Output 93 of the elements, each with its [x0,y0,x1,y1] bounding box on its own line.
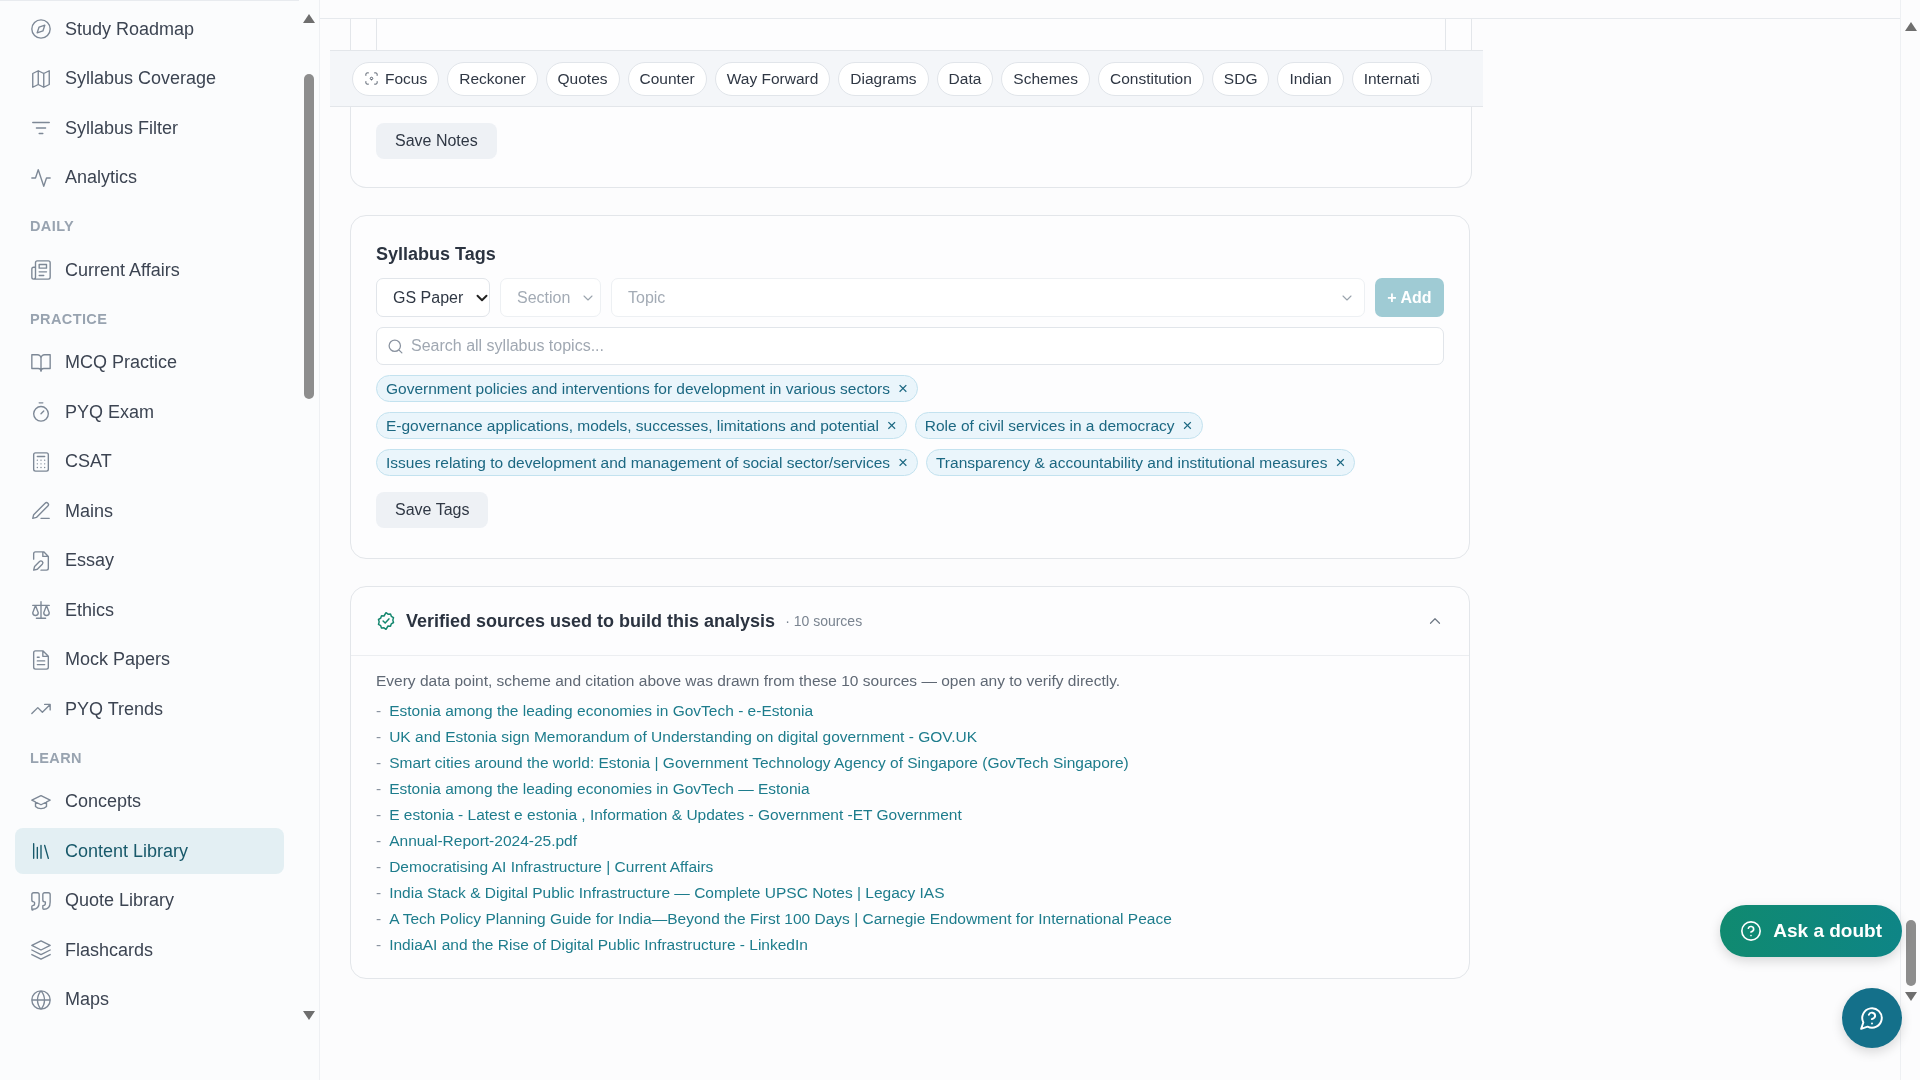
bullet: - [376,857,382,877]
remove-tag-button[interactable]: × [898,378,908,399]
source-link[interactable]: Annual-Report-2024-25.pdf [389,828,578,854]
ask-doubt-button[interactable]: Ask a doubt [1720,905,1902,957]
remove-tag-button[interactable]: × [1182,415,1193,436]
source-link[interactable]: Smart cities around the world: Estonia | Government Technology Agency of Singapore (GovTech Singapore) [389,750,1129,776]
sidebar-item[interactable]: Ethics [15,587,284,633]
sidebar-item[interactable]: MCQ Practice [15,339,284,386]
sidebar-item[interactable]: Flashcards [15,927,284,973]
books-icon [30,840,52,862]
search-field[interactable]: Search all syllabus topics... [376,327,1444,365]
section-heading: DAILY [29,217,76,234]
chat-question-icon [1859,1005,1885,1031]
bullet: - [376,727,382,747]
toolbar-chip[interactable]: Quotes [545,61,620,96]
bullet: - [376,701,382,721]
globe-icon [30,988,52,1011]
sidebar-item[interactable]: Content Library [15,828,284,874]
topic-tag[interactable]: Transparency & accountability and institutional measures × [925,449,1356,476]
toolbar-chip[interactable]: Indian [1277,61,1344,96]
bullet: - [376,935,382,955]
pulse-icon [30,166,52,189]
card-title: Syllabus Tags [376,244,497,265]
toolbar-chip[interactable]: Way Forward [714,61,831,96]
document-pen-icon [30,549,52,572]
remove-tag-button[interactable]: × [1335,452,1346,473]
sidebar-item[interactable]: Current Affairs [15,247,284,293]
verified-badge-icon [376,611,396,631]
topic-tag[interactable]: Issues relating to development and management of social sector/services × [376,449,918,476]
sidebar-item[interactable]: CSAT [15,438,284,485]
topic-tag[interactable]: Government policies and interventions for development in various sectors × [376,375,918,402]
source-link[interactable]: UK and Estonia sign Memorandum of Understanding on digital government - GOV.UK [389,724,978,750]
source-link[interactable]: A Tech Policy Planning Guide for India—Beyond the First 100 Days | Carnegie Endowment for International Peace [389,906,1172,932]
sidebar-item[interactable]: Syllabus Filter [15,105,284,151]
source-link[interactable]: Democratising AI Infrastructure | Current Affairs [389,854,714,880]
pen-icon [30,500,52,522]
bullet: - [376,883,382,903]
toolbar-chip[interactable]: Schemes [1001,61,1090,96]
scale-icon [30,599,52,621]
calculator-icon [30,450,52,473]
document-icon [30,648,52,671]
sources-description: Every data point, scheme and citation above was drawn from these 10 sources — open any to verify directly. [376,672,1122,690]
card-title: Verified sources used to build this analysis [406,610,776,632]
toolbar-chip[interactable]: Focus [352,61,440,96]
source-link[interactable]: IndiaAI and the Rise of Digital Public Infrastructure - LinkedIn [389,932,808,958]
sidebar-item[interactable]: Maps [15,976,284,1023]
source-count: · 10 sources [785,613,863,629]
toolbar-chip[interactable]: Reckoner [447,61,538,96]
focus-icon [364,71,379,86]
toolbar-chip[interactable]: Data [936,61,994,96]
source-link[interactable]: E estonia - Latest e estonia , Information & Updates - Government -ET Government [389,802,962,828]
toolbar-chip[interactable]: Diagrams [838,61,929,96]
bullet: - [376,909,382,929]
sidebar-item[interactable]: Mains [15,488,284,534]
sidebar-item[interactable]: Quote Library [15,877,284,924]
bullet: - [376,779,382,799]
sources-header[interactable]: Verified sources used to build this analysis · 10 sources [351,587,1469,656]
map-icon [30,67,52,90]
toolbar-chip[interactable]: Internati [1351,61,1432,96]
bullet: - [376,753,382,773]
section-heading: PRACTICE [29,309,109,327]
sidebar-item[interactable]: PYQ Exam [15,389,284,435]
quote-icon [30,889,52,912]
source-link[interactable]: Estonia among the leading economies in GovTech - e-Estonia [389,698,814,724]
toolbar-chip[interactable]: SDG [1211,61,1270,96]
dropdown[interactable]: GS Paper [376,278,490,317]
save-tags-button[interactable]: Save Tags [376,492,489,528]
section-heading: LEARN [29,748,83,766]
sidebar-item[interactable]: Essay [15,537,284,584]
sidebar-item[interactable]: Study Roadmap [15,6,284,52]
chat-button[interactable] [1842,988,1902,1048]
bullet: - [376,831,382,851]
sidebar-item[interactable]: Analytics [15,154,284,201]
stopwatch-icon [30,401,52,423]
book-icon [30,351,52,374]
layers-icon [30,939,52,961]
toolbar-chip[interactable]: Constitution [1098,61,1204,96]
compass-icon [30,18,52,40]
bullet: - [376,805,382,825]
topic-tag[interactable]: E-governance applications, models, successes, limitations and potential × [376,412,907,439]
sidebar-item[interactable]: Syllabus Coverage [15,55,284,102]
source-link[interactable]: India Stack & Digital Public Infrastructure — Complete UPSC Notes | Legacy IAS [389,880,945,906]
sidebar-item[interactable]: PYQ Trends [15,686,284,732]
newspaper-icon [30,259,52,281]
search-icon [387,338,404,355]
remove-tag-button[interactable]: × [898,452,908,473]
source-link[interactable]: Estonia among the leading economies in GovTech — Estonia [389,776,810,802]
sidebar-item[interactable]: Concepts [15,778,284,825]
remove-tag-button[interactable]: × [886,415,897,436]
save-notes-button[interactable]: Save Notes [376,123,497,159]
topic-tag[interactable]: Role of civil services in a democracy × [914,412,1203,439]
sidebar-item[interactable]: Mock Papers [15,636,284,683]
toolbar-chip[interactable]: Counter [627,61,707,96]
